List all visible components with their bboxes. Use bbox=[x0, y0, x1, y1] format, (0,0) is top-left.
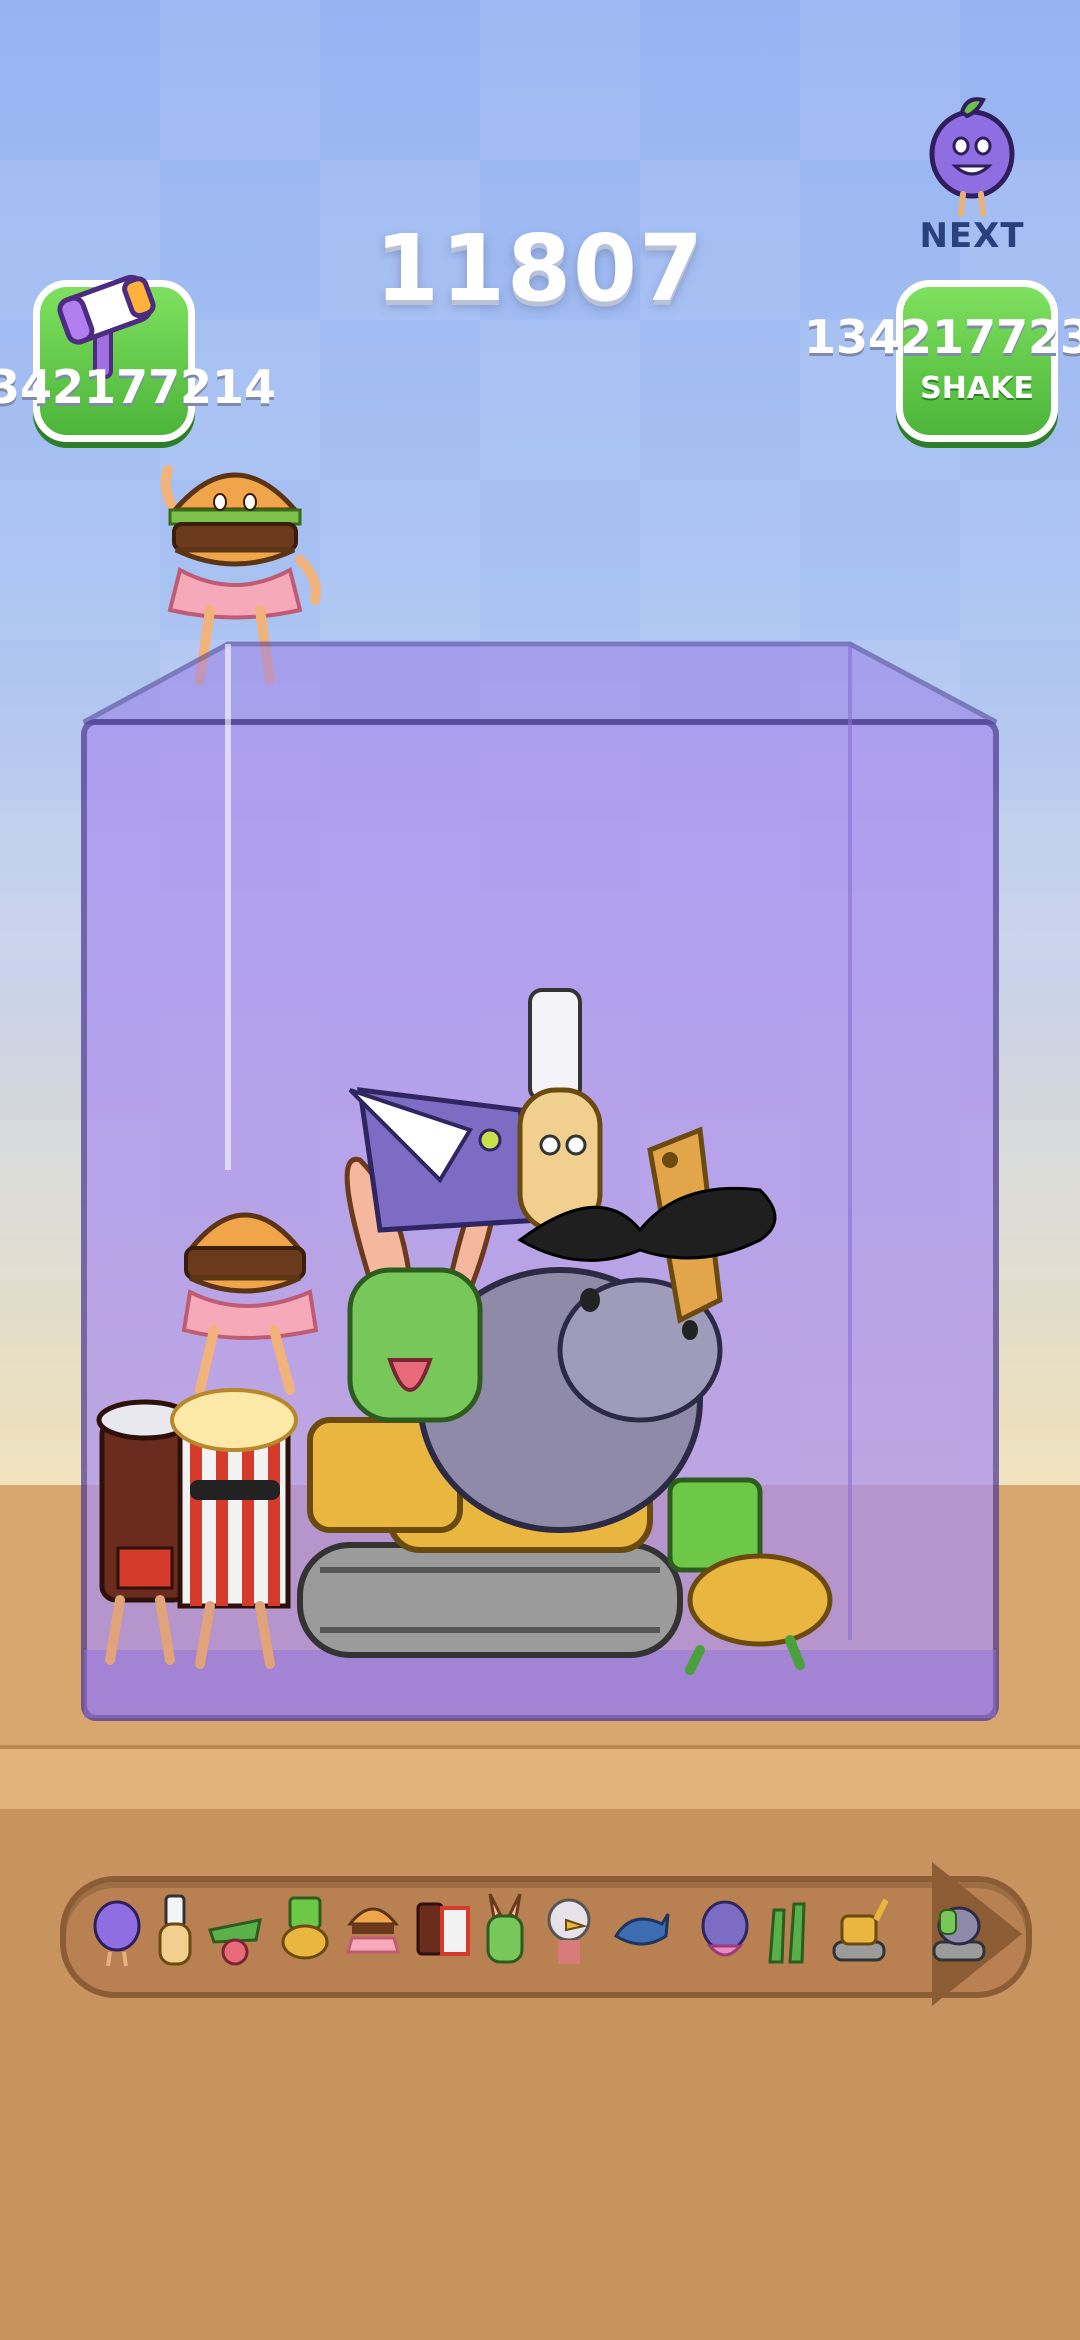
evolution-item-crocodile bbox=[206, 1890, 264, 1970]
evolution-item-soda-popcorn bbox=[414, 1890, 472, 1970]
evolution-item-hippo bbox=[696, 1890, 754, 1970]
evolution-item-whale bbox=[612, 1890, 670, 1970]
evolution-item-grape bbox=[88, 1890, 146, 1970]
merge-box bbox=[81, 641, 999, 1721]
evolution-item-green-cube-burger bbox=[276, 1890, 334, 1970]
evolution-item-toothbrush bbox=[146, 1890, 204, 1970]
evolution-item-excavator-hippo bbox=[930, 1890, 988, 1970]
wolf-character bbox=[348, 1087, 543, 1233]
evolution-item-excavator bbox=[830, 1890, 889, 1970]
evolution-item-eagle bbox=[540, 1890, 598, 1970]
evolution-item-burger bbox=[344, 1890, 402, 1970]
evolution-item-giraffe bbox=[760, 1890, 818, 1970]
evolution-item-cactus-bunny bbox=[476, 1890, 534, 1970]
